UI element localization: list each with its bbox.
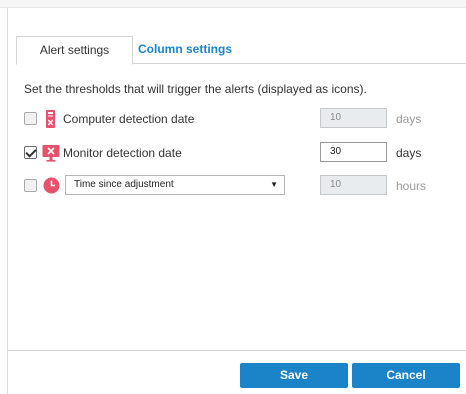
time-since-adjustment-threshold-input[interactable]: 10 — [320, 175, 387, 195]
alert-type-select-value: Time since adjustment — [74, 179, 174, 190]
monitor-detection-label: Monitor detection date — [63, 146, 182, 160]
computer-alert-icon — [43, 110, 58, 128]
alert-type-select[interactable]: Time since adjustment ▼ — [65, 175, 285, 195]
tab-column-settings[interactable]: Column settings — [135, 36, 235, 65]
computer-detection-checkbox[interactable] — [24, 112, 37, 125]
time-since-adjustment-checkbox[interactable] — [24, 179, 37, 192]
alert-row-monitor-detection: Monitor detection date 30 days — [24, 141, 454, 165]
tab-alert-settings[interactable]: Alert settings — [16, 36, 133, 65]
monitor-detection-unit: days — [396, 146, 422, 160]
monitor-detection-checkbox[interactable] — [24, 146, 37, 159]
footer-divider — [8, 350, 466, 351]
monitor-detection-threshold-input[interactable]: 30 — [320, 142, 387, 162]
alert-settings-dialog: Alert settings Column settings Set the t… — [8, 30, 466, 394]
alert-row-time-since-adjustment: Time since adjustment ▼ 10 hours — [24, 174, 454, 198]
cancel-button[interactable]: Cancel — [352, 363, 460, 388]
clock-icon — [43, 177, 60, 194]
alert-row-computer-detection: Computer detection date 10 days — [24, 107, 454, 131]
computer-detection-threshold-input[interactable]: 10 — [320, 108, 387, 128]
computer-detection-label: Computer detection date — [63, 112, 195, 126]
dropdown-arrow-icon: ▼ — [270, 180, 278, 189]
computer-detection-unit: days — [396, 112, 422, 126]
time-since-adjustment-unit: hours — [396, 179, 427, 193]
top-strip — [0, 0, 466, 8]
tab-bar: Alert settings Column settings — [16, 36, 466, 65]
save-button[interactable]: Save — [240, 363, 348, 388]
description-text: Set the thresholds that will trigger the… — [24, 82, 367, 96]
monitor-alert-icon — [42, 144, 60, 162]
